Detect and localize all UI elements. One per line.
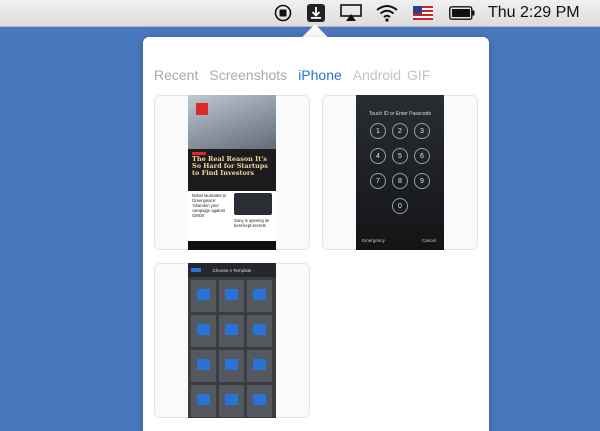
menubar-clock[interactable]: Thu 2:29 PM [488,4,580,22]
template-tile [247,350,272,382]
keypad-key: 9 [414,173,430,189]
tab-iphone[interactable]: iPhone [298,67,342,83]
tab-gif[interactable]: GIF [407,67,430,83]
template-tile [247,280,272,312]
template-tile [247,315,272,347]
keypad-key: 4 [370,148,386,164]
template-tile [219,385,244,417]
wifi-icon[interactable] [375,3,399,23]
template-tile [219,350,244,382]
keypad-key: 7 [370,173,386,189]
tab-android[interactable]: Android [353,67,401,83]
passcode-screenshot: Touch ID or Enter Passcode 123 456 7890 Em… [356,95,444,250]
us-flag-icon[interactable] [412,3,434,23]
passcode-title: Touch ID or Enter Passcode [368,111,432,117]
keypad-key: 0 [392,198,408,214]
template-tile [191,350,216,382]
keypad-key: 6 [414,148,430,164]
keypad-key: 3 [414,123,430,139]
headline: The Real Reason It's So Hard for Startup… [192,155,268,177]
menu-bar: Thu 2:29 PM [0,0,600,27]
tab-recent[interactable]: Recent [154,67,198,83]
airplay-icon[interactable] [339,3,363,23]
template-title: Choose A Template [212,268,252,273]
emergency-label: Emergency [362,238,385,243]
story-text: Sony is opening its best-kept secrets [234,218,270,228]
flipboard-logo-icon [196,103,208,115]
screenshot-thumbnail[interactable]: Choose A Template [154,263,310,418]
template-tile [247,385,272,417]
template-tile [219,315,244,347]
keypad-key: 2 [392,123,408,139]
story-text: Nobel laureates to Greenpeace: 'Abandon … [192,193,226,218]
cancel-label: Cancel [421,238,436,243]
template-tile [191,385,216,417]
tab-bar: Recent Screenshots iPhone Android GIF [154,67,436,83]
tab-screenshots[interactable]: Screenshots [209,67,287,83]
keypad-key: 5 [392,148,408,164]
battery-icon[interactable] [448,3,476,23]
keypad-key: 8 [392,173,408,189]
download-app-icon[interactable] [305,3,327,23]
template-tile [191,315,216,347]
keypad-key: 1 [370,123,386,139]
template-tile [219,280,244,312]
template-chooser-screenshot: Choose A Template [188,263,276,418]
news-app-screenshot: The Real Reason It's So Hard for Startup… [188,95,276,250]
popover-panel: Recent Screenshots iPhone Android GIF Th… [143,37,489,431]
record-icon[interactable] [273,3,293,23]
screenshot-thumbnail[interactable]: The Real Reason It's So Hard for Startup… [154,95,310,250]
screenshot-thumbnail[interactable]: Touch ID or Enter Passcode 123 456 7890 Em… [322,95,478,250]
template-tile [191,280,216,312]
